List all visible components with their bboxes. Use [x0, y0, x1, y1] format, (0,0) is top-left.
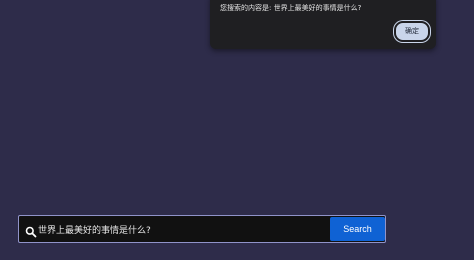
search-bar: Search — [18, 215, 386, 243]
ok-button[interactable]: 确定 — [394, 21, 430, 42]
alert-dialog: 您搜索的内容是: 世界上最美好的事情是什么? 确定 — [210, 0, 436, 49]
search-input[interactable] — [38, 216, 328, 242]
dialog-message: 您搜索的内容是: 世界上最美好的事情是什么? — [220, 4, 362, 12]
search-icon — [25, 223, 37, 238]
search-button[interactable]: Search — [330, 217, 385, 241]
page: 您搜索的内容是: 世界上最美好的事情是什么? 确定 Search — [0, 0, 474, 260]
